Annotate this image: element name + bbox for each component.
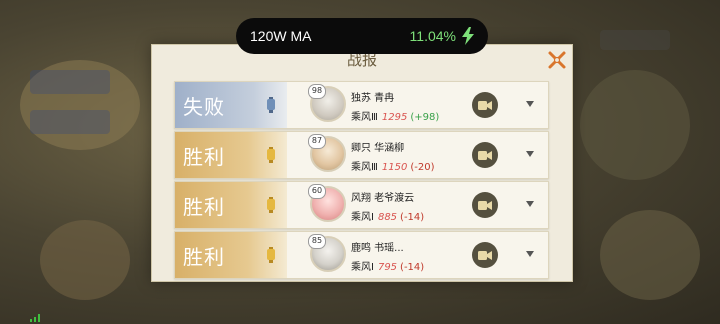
video-camera-icon bbox=[478, 100, 492, 110]
rank-tier: 乘风Ⅲ bbox=[351, 112, 378, 123]
background-tab bbox=[30, 110, 110, 134]
battle-record-row[interactable]: 胜利 85 鹿鸣 书瑶... 乘风Ⅰ 795 (-14) bbox=[174, 231, 549, 279]
expand-button[interactable] bbox=[523, 247, 537, 261]
result-label: 胜利 bbox=[183, 194, 225, 219]
lantern-icon bbox=[267, 97, 275, 113]
rank-score: 1150 bbox=[381, 162, 408, 173]
video-camera-icon bbox=[478, 250, 492, 260]
score-delta: (+98) bbox=[410, 112, 440, 123]
background-blur bbox=[580, 70, 690, 180]
rank-line: 乘风Ⅲ 1150 (-20) bbox=[351, 158, 435, 173]
charging-bolt-icon bbox=[462, 27, 474, 45]
player-name: 卿只 华涵柳 bbox=[351, 143, 405, 154]
expand-button[interactable] bbox=[523, 147, 537, 161]
lantern-icon bbox=[267, 247, 275, 263]
lantern-icon bbox=[267, 147, 275, 163]
battery-percent: 11.04% bbox=[409, 28, 456, 44]
rank-line: 乘风Ⅰ 885 (-14) bbox=[351, 208, 424, 223]
expand-button[interactable] bbox=[523, 197, 537, 211]
replay-button[interactable] bbox=[472, 142, 498, 168]
charger-label: 120W MA bbox=[250, 28, 312, 44]
lantern-icon bbox=[267, 197, 275, 213]
score-delta: (-20) bbox=[410, 162, 435, 173]
battle-record-row[interactable]: 胜利 60 风翔 老爷渡云 乘风Ⅰ 885 (-14) bbox=[174, 181, 549, 229]
player-name: 鹿鸣 书瑶... bbox=[351, 243, 404, 254]
chevron-down-icon bbox=[526, 101, 534, 107]
chevron-down-icon bbox=[526, 201, 534, 207]
background-blur bbox=[600, 210, 700, 300]
level-badge: 98 bbox=[308, 84, 326, 99]
background-blur bbox=[40, 220, 130, 300]
background-tab bbox=[600, 30, 670, 50]
level-badge: 60 bbox=[308, 184, 326, 199]
replay-button[interactable] bbox=[472, 192, 498, 218]
rank-score: 885 bbox=[377, 212, 398, 223]
result-label: 胜利 bbox=[183, 144, 225, 169]
replay-button[interactable] bbox=[472, 242, 498, 268]
level-badge: 87 bbox=[308, 134, 326, 149]
video-camera-icon bbox=[478, 200, 492, 210]
charging-status-pill: 120W MA 11.04% bbox=[236, 18, 488, 54]
player-name: 独苏 青冉 bbox=[351, 93, 395, 104]
result-label: 失败 bbox=[183, 94, 225, 119]
rank-score: 1295 bbox=[381, 112, 408, 123]
level-badge: 85 bbox=[308, 234, 326, 249]
background-tab bbox=[30, 70, 110, 94]
chevron-down-icon bbox=[526, 151, 534, 157]
replay-button[interactable] bbox=[472, 92, 498, 118]
score-delta: (-14) bbox=[400, 212, 425, 223]
close-x-icon[interactable] bbox=[546, 49, 568, 71]
expand-button[interactable] bbox=[523, 97, 537, 111]
rank-line: 乘风Ⅲ 1295 (+98) bbox=[351, 108, 439, 123]
battle-report-dialog: 战报 失败 98 独苏 青冉 乘风Ⅲ 1295 (+98) 胜利 87 卿只 华… bbox=[151, 44, 573, 282]
rank-tier: 乘风Ⅲ bbox=[351, 162, 378, 173]
score-delta: (-14) bbox=[400, 262, 425, 273]
rank-tier: 乘风Ⅰ bbox=[351, 262, 374, 273]
rank-line: 乘风Ⅰ 795 (-14) bbox=[351, 258, 424, 273]
player-name: 风翔 老爷渡云 bbox=[351, 193, 415, 204]
video-camera-icon bbox=[478, 150, 492, 160]
chevron-down-icon bbox=[526, 251, 534, 257]
battle-record-row[interactable]: 胜利 87 卿只 华涵柳 乘风Ⅲ 1150 (-20) bbox=[174, 131, 549, 179]
rank-score: 795 bbox=[377, 262, 398, 273]
signal-icon bbox=[30, 314, 40, 322]
result-label: 胜利 bbox=[183, 244, 225, 269]
battery-status: 11.04% bbox=[410, 27, 474, 45]
rank-tier: 乘风Ⅰ bbox=[351, 212, 374, 223]
battle-record-row[interactable]: 失败 98 独苏 青冉 乘风Ⅲ 1295 (+98) bbox=[174, 81, 549, 129]
